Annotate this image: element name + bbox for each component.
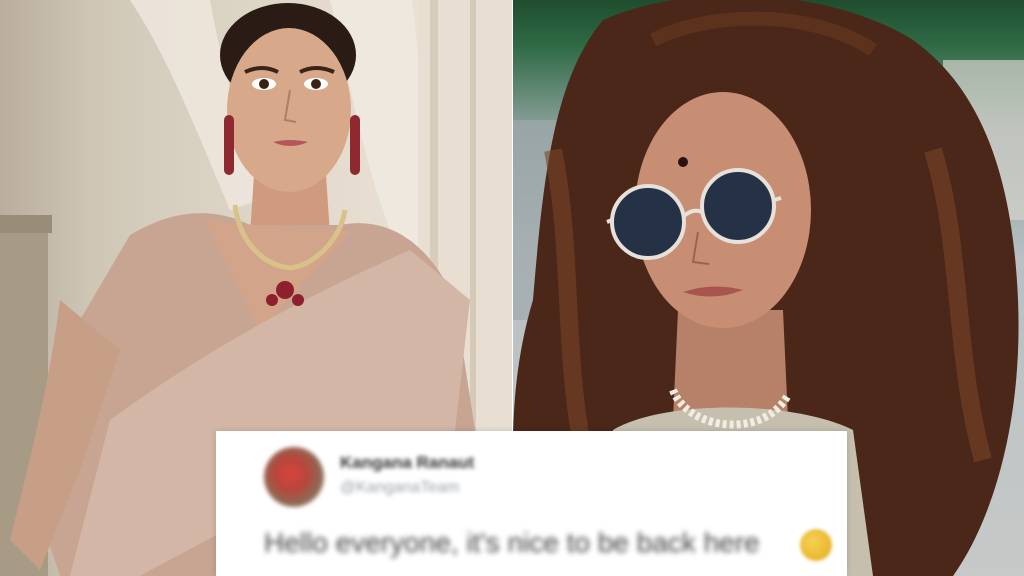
earring-right — [350, 115, 360, 175]
bindi — [678, 157, 688, 167]
avatar — [264, 447, 324, 507]
tweet-display-name: Kangana Ranaut — [340, 453, 475, 472]
sunglasses-left-lens — [610, 184, 686, 260]
tweet-text: Hello everyone, it's nice to be back her… — [264, 527, 760, 558]
sunglasses-right-lens — [700, 168, 776, 244]
tweet-handle: @KanganaTeam — [340, 479, 460, 496]
earring-left — [224, 115, 234, 175]
smiling-face-emoji-icon — [800, 529, 832, 561]
face — [227, 28, 351, 192]
tweet-card: Kangana Ranaut @KanganaTeam Hello everyo… — [216, 431, 847, 576]
